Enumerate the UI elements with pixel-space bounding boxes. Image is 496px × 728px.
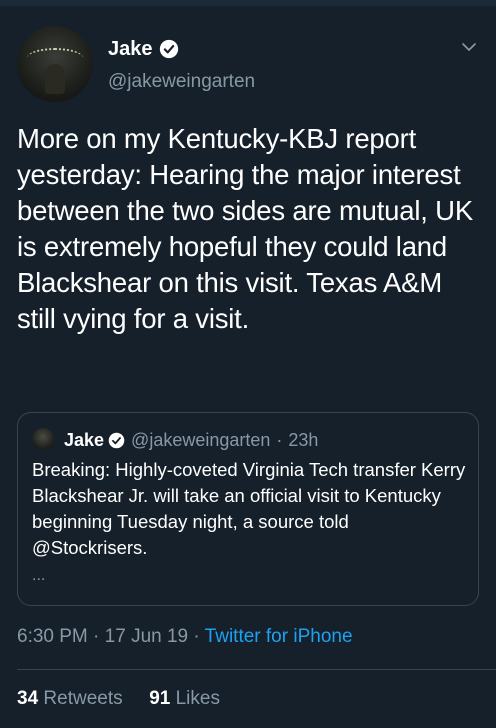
divider <box>17 669 496 670</box>
quoted-avatar <box>32 428 54 450</box>
chevron-down-icon[interactable] <box>460 38 478 56</box>
avatar[interactable] <box>17 26 93 102</box>
quoted-author-name: Jake <box>64 429 105 450</box>
quoted-author-handle: @jakeweingarten <box>131 429 271 450</box>
retweets-stat[interactable]: 34 Retweets <box>17 688 128 709</box>
tweet-date: 17 Jun 19 <box>104 626 189 647</box>
top-separator <box>0 0 496 6</box>
quoted-tweet[interactable]: Jake @jakeweingarten · 23h Breaking: Hig… <box>17 412 479 606</box>
author-name[interactable]: Jake <box>108 38 153 61</box>
quoted-header: Jake @jakeweingarten · 23h <box>64 428 318 452</box>
likes-stat[interactable]: 91 Likes <box>149 688 220 709</box>
quoted-time: 23h <box>288 429 319 450</box>
verified-badge-icon <box>108 432 125 448</box>
quoted-more: ... <box>32 567 46 584</box>
quoted-separator: · <box>276 429 283 450</box>
likes-count: 91 <box>149 688 171 709</box>
tweet-stats: 34 Retweets 91 Likes <box>17 688 220 710</box>
retweets-label: Retweets <box>43 688 123 709</box>
avatar-figure <box>45 64 65 94</box>
tweet-source-link[interactable]: Twitter for iPhone <box>205 626 353 647</box>
tweet-text: More on my Kentucky-KBJ report yesterday… <box>17 123 473 334</box>
likes-label: Likes <box>175 688 220 709</box>
meta-separator: · <box>193 626 205 647</box>
quoted-text: Breaking: Highly-coveted Virginia Tech t… <box>32 459 466 558</box>
retweets-count: 34 <box>17 688 39 709</box>
tweet-meta: 6:30 PM · 17 Jun 19 · Twitter for iPhone <box>17 626 353 648</box>
verified-badge-icon <box>159 39 178 59</box>
tweet-time: 6:30 PM <box>17 626 88 647</box>
author-row: Jake <box>108 36 179 62</box>
author-handle[interactable]: @jakeweingarten <box>108 71 255 93</box>
meta-separator: · <box>93 626 105 647</box>
